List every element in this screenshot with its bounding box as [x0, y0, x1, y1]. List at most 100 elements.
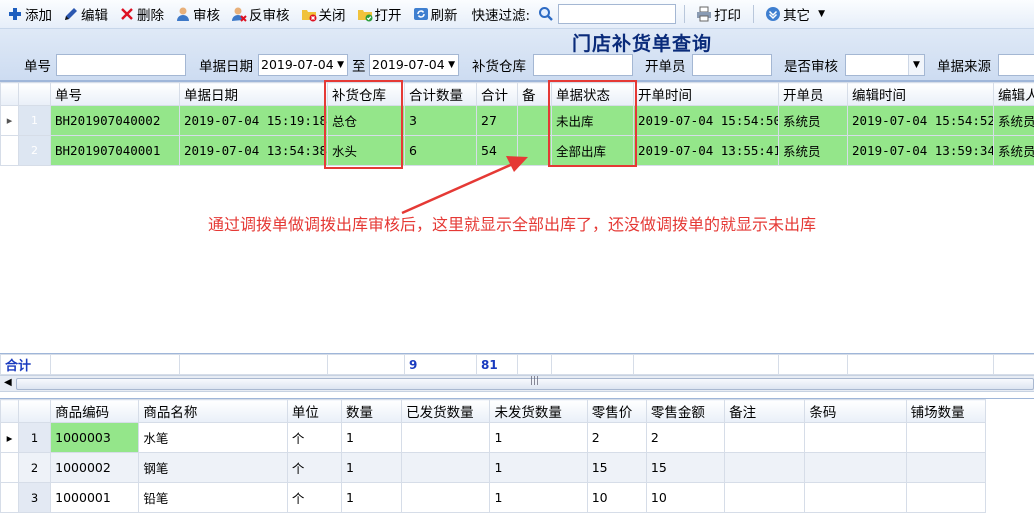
cell-unshipped[interactable]: 1 — [489, 482, 588, 513]
table-row[interactable]: ▸ 1 BH201907040002 2019-07-04 15:19:18 总… — [0, 105, 1034, 136]
creator-input[interactable] — [692, 54, 772, 76]
cell-editor[interactable]: 系统员 — [993, 135, 1034, 166]
col-header-barcode[interactable]: 条码 — [804, 399, 907, 423]
cell-total-amt[interactable]: 27 — [476, 105, 518, 136]
cell-item-code[interactable]: 1000002 — [50, 452, 140, 483]
col-header-doc-no[interactable]: 单号 — [50, 82, 180, 106]
unaudit-button[interactable]: 反审核 — [226, 2, 294, 26]
cell-unit[interactable]: 个 — [286, 452, 343, 483]
add-button[interactable]: 添加 — [2, 2, 56, 26]
col-header-item-name[interactable]: 商品名称 — [138, 399, 288, 423]
cell-editor[interactable]: 系统员 — [993, 105, 1034, 136]
cell-total-qty[interactable]: 6 — [404, 135, 477, 166]
cell-item-name[interactable]: 水笔 — [138, 422, 288, 453]
quick-filter-input[interactable] — [558, 4, 677, 24]
source-input[interactable] — [998, 54, 1034, 76]
cell-unit[interactable]: 个 — [286, 482, 343, 513]
cell-item-name[interactable]: 钢笔 — [138, 452, 288, 483]
cell-doc-no[interactable]: BH201907040001 — [50, 135, 180, 166]
col-header-unit[interactable]: 单位 — [286, 399, 343, 423]
audited-select[interactable]: ▼ — [845, 54, 925, 76]
warehouse-input[interactable] — [533, 54, 633, 76]
refresh-button[interactable]: 刷新 — [408, 2, 462, 26]
cell-qty[interactable]: 1 — [340, 422, 403, 453]
close-button[interactable]: 关闭 — [296, 2, 350, 26]
cell-unshipped[interactable]: 1 — [489, 422, 588, 453]
table-row[interactable]: 2 BH201907040001 2019-07-04 13:54:38 水头 … — [0, 135, 1034, 166]
cell-total-amt[interactable]: 54 — [476, 135, 518, 166]
cell-note[interactable] — [517, 135, 552, 166]
cell-item-code[interactable]: 1000001 — [50, 482, 140, 513]
col-header-remark[interactable]: 备注 — [724, 399, 806, 423]
cell-doc-no[interactable]: BH201907040002 — [50, 105, 180, 136]
col-header-edited-time[interactable]: 编辑时间 — [847, 82, 994, 106]
cell-shipped[interactable] — [401, 422, 491, 453]
col-header-display-qty[interactable]: 铺场数量 — [905, 399, 987, 423]
col-header-amount[interactable]: 零售金额 — [645, 399, 726, 423]
cell-edited-time[interactable]: 2019-07-04 13:59:34 — [847, 135, 994, 166]
table-row[interactable]: 3 1000001 铅笔 个 1 1 10 10 — [0, 482, 987, 513]
search-user-icon[interactable] — [538, 6, 554, 22]
horizontal-scrollbar[interactable]: ◀ ||| — [0, 375, 1034, 392]
date-to-value: 2019-07-04 — [372, 57, 445, 72]
doc-no-input[interactable] — [56, 54, 186, 76]
scroll-left-icon[interactable]: ◀ — [4, 377, 12, 388]
col-header-creator[interactable]: 开单员 — [778, 82, 848, 106]
cell-remark[interactable] — [724, 452, 806, 483]
cell-item-name[interactable]: 铅笔 — [138, 482, 288, 513]
cell-price[interactable]: 10 — [586, 482, 647, 513]
col-header-item-code[interactable]: 商品编码 — [50, 399, 140, 423]
other-menu-button[interactable]: 其它 ▼ — [760, 2, 829, 26]
col-header-created-time[interactable]: 开单时间 — [633, 82, 779, 106]
cell-amount[interactable]: 10 — [645, 482, 726, 513]
cell-remark[interactable] — [724, 482, 806, 513]
col-header-total-amt[interactable]: 合计 — [476, 82, 518, 106]
cell-display-qty[interactable] — [905, 452, 987, 483]
cell-created-time[interactable]: 2019-07-04 13:55:41 — [633, 135, 779, 166]
print-button[interactable]: 打印 — [691, 2, 745, 26]
cell-remark[interactable] — [724, 422, 806, 453]
cell-price[interactable]: 15 — [586, 452, 647, 483]
cell-price[interactable]: 2 — [586, 422, 647, 453]
scrollbar-thumb[interactable] — [16, 378, 1034, 390]
cell-qty[interactable]: 1 — [340, 452, 403, 483]
cell-item-code[interactable]: 1000003 — [50, 422, 140, 453]
cell-barcode[interactable] — [804, 422, 907, 453]
edit-button[interactable]: 编辑 — [58, 2, 112, 26]
col-header-doc-date[interactable]: 单据日期 — [179, 82, 328, 106]
cell-creator[interactable]: 系统员 — [778, 135, 848, 166]
table-row[interactable]: ▸ 1 1000003 水笔 个 1 1 2 2 — [0, 422, 987, 453]
cell-barcode[interactable] — [804, 482, 907, 513]
cell-doc-date[interactable]: 2019-07-04 13:54:38 — [179, 135, 328, 166]
col-header-editor[interactable]: 编辑人 — [993, 82, 1034, 106]
summary-row: 合计 9 81 — [0, 353, 1034, 375]
cell-created-time[interactable]: 2019-07-04 15:54:50 — [633, 105, 779, 136]
col-header-price[interactable]: 零售价 — [586, 399, 647, 423]
cell-note[interactable] — [517, 105, 552, 136]
audit-button[interactable]: 审核 — [170, 2, 224, 26]
date-from-picker[interactable]: 2019-07-04 ▼ — [258, 54, 348, 76]
cell-unshipped[interactable]: 1 — [489, 452, 588, 483]
date-to-picker[interactable]: 2019-07-04 ▼ — [369, 54, 459, 76]
cell-display-qty[interactable] — [905, 422, 987, 453]
open-button[interactable]: 打开 — [352, 2, 406, 26]
cell-doc-date[interactable]: 2019-07-04 15:19:18 — [179, 105, 328, 136]
col-header-note[interactable]: 备 — [517, 82, 552, 106]
cell-amount[interactable]: 2 — [645, 422, 726, 453]
col-header-qty[interactable]: 数量 — [340, 399, 403, 423]
cell-edited-time[interactable]: 2019-07-04 15:54:52 — [847, 105, 994, 136]
cell-shipped[interactable] — [401, 482, 491, 513]
cell-unit[interactable]: 个 — [286, 422, 343, 453]
cell-amount[interactable]: 15 — [645, 452, 726, 483]
delete-button[interactable]: 删除 — [114, 2, 168, 26]
cell-qty[interactable]: 1 — [340, 482, 403, 513]
cell-shipped[interactable] — [401, 452, 491, 483]
table-row[interactable]: 2 1000002 钢笔 个 1 1 15 15 — [0, 452, 987, 483]
cell-creator[interactable]: 系统员 — [778, 105, 848, 136]
cell-display-qty[interactable] — [905, 482, 987, 513]
cell-total-qty[interactable]: 3 — [404, 105, 477, 136]
col-header-total-qty[interactable]: 合计数量 — [404, 82, 477, 106]
col-header-unshipped[interactable]: 未发货数量 — [489, 399, 588, 423]
col-header-shipped[interactable]: 已发货数量 — [401, 399, 491, 423]
cell-barcode[interactable] — [804, 452, 907, 483]
